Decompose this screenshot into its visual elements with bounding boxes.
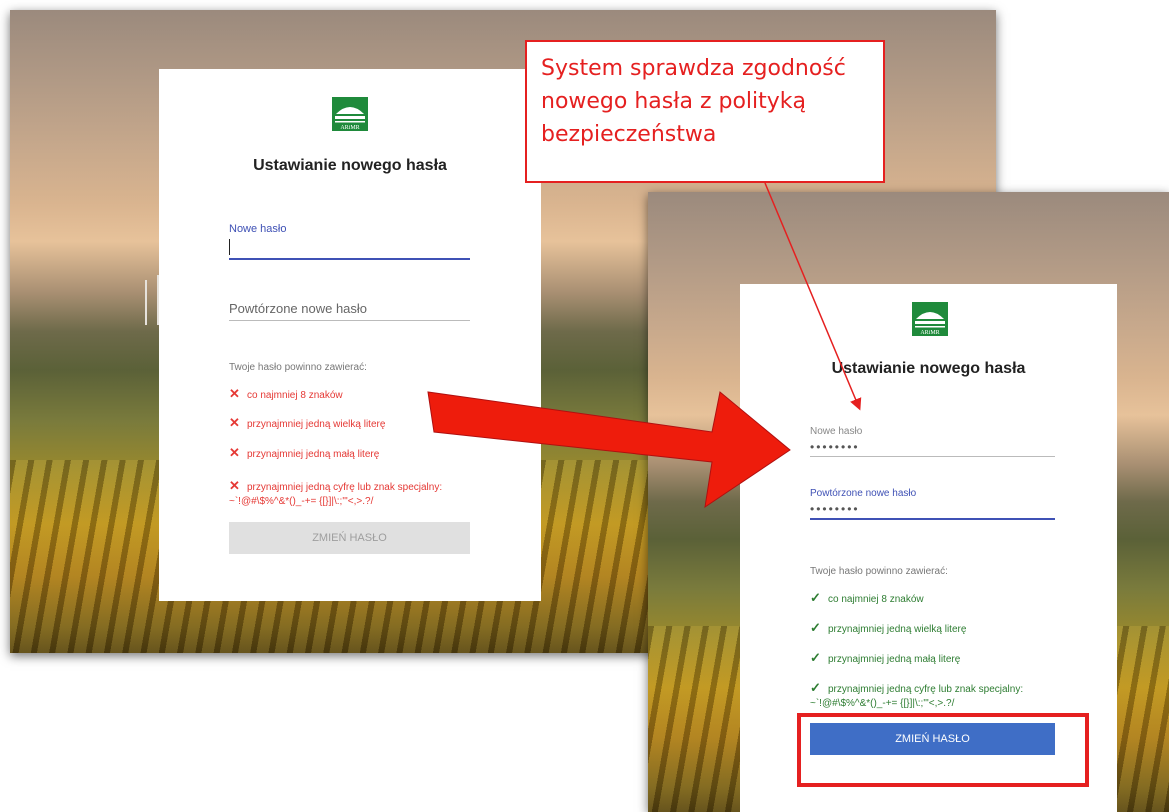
highlight-box: [797, 713, 1089, 787]
pointer-line: [764, 182, 862, 411]
annotation-overlay: [427, 182, 862, 509]
big-arrow-icon: [427, 391, 791, 509]
